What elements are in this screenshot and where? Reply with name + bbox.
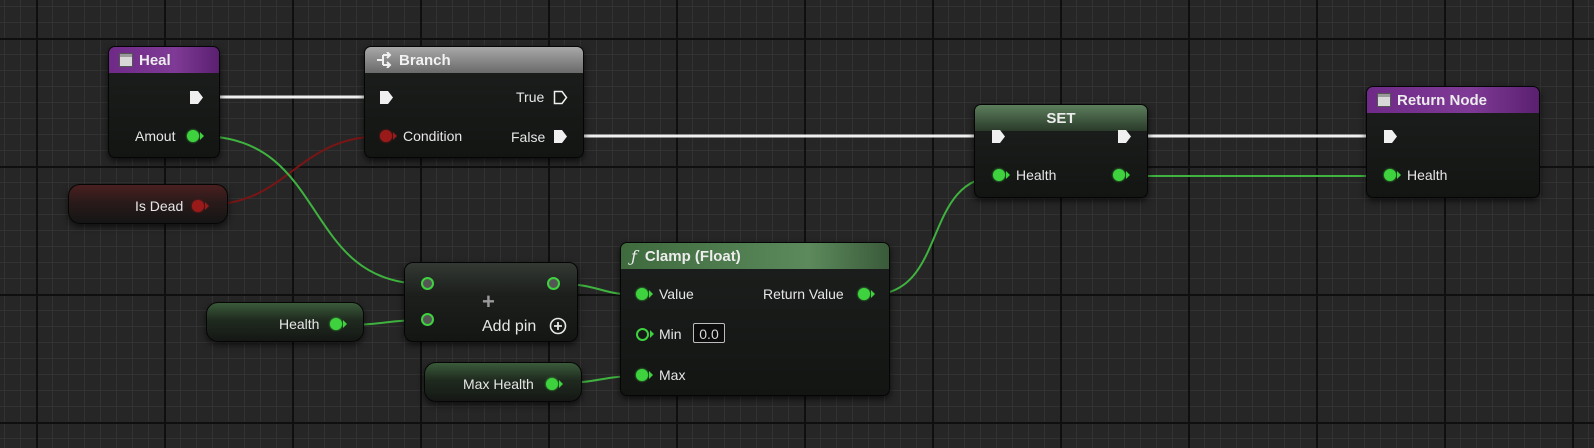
exec-in-pin[interactable] — [379, 90, 394, 105]
heal-node[interactable]: Heal Amout — [108, 46, 220, 158]
clamp-value-label: Value — [659, 286, 694, 302]
bool-wire-isdead-condition — [204, 135, 385, 206]
clamp-max-pin[interactable] — [636, 369, 648, 381]
clamp-min-pin[interactable] — [636, 328, 649, 341]
clamp-return-value-arrow — [871, 290, 875, 298]
set-exec-out-pin[interactable] — [1117, 129, 1132, 144]
is-dead-out-pin[interactable] — [192, 200, 204, 212]
add-operator-label: + — [482, 289, 495, 314]
set-node-header[interactable]: SET — [975, 105, 1147, 131]
add-input-a-pin[interactable] — [421, 277, 434, 290]
return-health-pin[interactable] — [1384, 169, 1396, 181]
return-node[interactable]: Return Node Health — [1366, 86, 1540, 198]
branch-icon — [377, 52, 392, 68]
return-health-arrow — [1397, 171, 1401, 179]
max-health-label: Max Health — [463, 376, 534, 392]
f-icon: ƒ — [631, 246, 637, 266]
is-dead-out-arrow — [205, 202, 209, 210]
branch-node-title: Branch — [399, 51, 451, 69]
false-pin-label: False — [511, 129, 546, 145]
add-pin-label[interactable]: Add pin — [482, 318, 536, 336]
clamp-max-arrow — [649, 371, 653, 379]
condition-pin-label: Condition — [403, 128, 463, 144]
health-out-pin[interactable] — [330, 318, 342, 330]
set-health-in-pin[interactable] — [993, 169, 1005, 181]
add-node[interactable]: + Add pin — [404, 262, 578, 342]
clamp-min-value-input[interactable]: 0.0 — [693, 323, 725, 343]
return-node-title: Return Node — [1397, 91, 1487, 109]
clamp-value-pin[interactable] — [636, 288, 648, 300]
set-health-out-arrow — [1126, 171, 1130, 179]
is-dead-label: Is Dead — [135, 198, 184, 214]
return-node-header[interactable]: Return Node — [1367, 87, 1539, 113]
true-pin-label: True — [516, 89, 545, 105]
set-node-title: SET — [1046, 109, 1076, 127]
clamp-min-label: Min — [659, 326, 682, 342]
clamp-node-title: Clamp (Float) — [644, 247, 741, 265]
heal-node-title: Heal — [139, 51, 171, 69]
false-exec-pin[interactable] — [553, 129, 568, 144]
set-exec-in-pin[interactable] — [991, 129, 1006, 144]
function-icon — [1377, 93, 1391, 107]
true-exec-pin[interactable] — [553, 90, 568, 105]
amount-pin-label: Amout — [135, 128, 176, 144]
clamp-float-node[interactable]: ƒ Clamp (Float) Value Return Value Min 0… — [620, 242, 890, 396]
is-dead-variable-node[interactable]: Is Dead — [68, 184, 228, 224]
add-input-b-pin[interactable] — [421, 313, 434, 326]
clamp-node-header[interactable]: ƒ Clamp (Float) — [621, 243, 889, 269]
amount-pin-arrow — [200, 132, 204, 140]
max-health-variable-node[interactable]: Max Health — [424, 362, 582, 402]
set-node[interactable]: SET Health — [974, 104, 1148, 198]
heal-node-header[interactable]: Heal — [109, 47, 219, 73]
set-health-in-arrow — [1006, 171, 1010, 179]
amount-pin[interactable] — [187, 130, 199, 142]
clamp-min-arrow — [650, 330, 654, 338]
clamp-value-arrow — [649, 290, 653, 298]
branch-node[interactable]: Branch True Condition False — [364, 46, 584, 158]
add-output-pin[interactable] — [547, 277, 560, 290]
return-health-label: Health — [1407, 167, 1448, 183]
health-variable-node[interactable]: Health — [206, 302, 364, 342]
condition-pin-arrow — [393, 132, 397, 140]
float-wire-amount-add — [199, 135, 426, 285]
clamp-return-value-label: Return Value — [763, 286, 844, 302]
clamp-return-value-pin[interactable] — [858, 288, 870, 300]
set-health-label: Health — [1016, 167, 1057, 183]
max-health-out-pin[interactable] — [546, 378, 558, 390]
return-exec-in-pin[interactable] — [1383, 129, 1398, 144]
clamp-max-label: Max — [659, 367, 686, 383]
branch-node-header[interactable]: Branch — [365, 47, 583, 73]
plus-circle-icon[interactable] — [549, 317, 567, 335]
health-variable-label: Health — [279, 316, 320, 332]
health-out-arrow — [343, 320, 347, 328]
set-health-out-pin[interactable] — [1113, 169, 1125, 181]
condition-pin[interactable] — [380, 130, 392, 142]
function-icon — [119, 53, 133, 67]
exec-out-pin[interactable] — [189, 90, 204, 105]
max-health-out-arrow — [559, 380, 563, 388]
